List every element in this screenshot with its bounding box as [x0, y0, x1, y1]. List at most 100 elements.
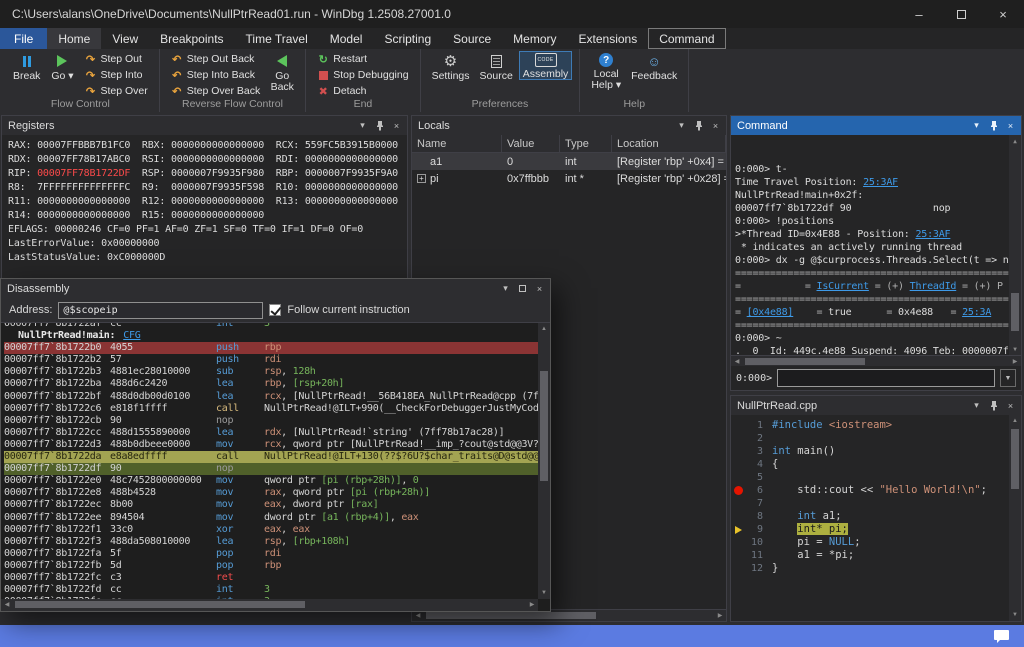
source-gutter[interactable] — [731, 549, 746, 562]
close-button[interactable]: × — [982, 0, 1024, 28]
ribbon-tab-model[interactable]: Model — [319, 28, 374, 49]
pin-icon[interactable] — [985, 118, 1002, 134]
scroll-down-arrow[interactable]: ▼ — [1009, 609, 1021, 621]
local-help-button[interactable]: ?LocalHelp ▾ — [587, 51, 625, 91]
disassembly-row[interactable]: 00007ff7`8b1722b257pushrdi — [4, 354, 538, 366]
step-out-button[interactable]: ↷Step Out — [80, 52, 151, 66]
ribbon-tab-extensions[interactable]: Extensions — [568, 28, 649, 49]
cfg-link[interactable]: CFG — [123, 330, 140, 342]
step-over-button[interactable]: ↷Step Over — [80, 84, 151, 98]
expand-icon[interactable]: + — [417, 174, 426, 183]
command-link[interactable]: [0x4e88] — [747, 307, 794, 318]
locals-row[interactable]: +pi0x7ffbbbint *[Register 'rbp' +0x28] =… — [412, 170, 726, 187]
source-line[interactable]: 6 std::cout << "Hello World!\n"; — [731, 484, 1009, 497]
disassembly-row[interactable]: 00007ff7`8b1722fa5fpoprdi — [4, 548, 538, 560]
disassembly-row[interactable]: 00007ff7`8b1722f133c0xoreax, eax — [4, 524, 538, 536]
source-gutter[interactable] — [731, 536, 746, 549]
disassembly-row[interactable]: 00007ff7`8b1722fb5dpoprbp — [4, 560, 538, 572]
command-input[interactable] — [777, 369, 995, 387]
disassembly-row[interactable]: 00007ff7`8b1722cc488d1555890000leardx, [… — [4, 427, 538, 439]
panel-menu-icon[interactable]: ▾ — [968, 118, 985, 134]
pin-icon[interactable] — [985, 398, 1002, 414]
source-line[interactable]: 8 int a1; — [731, 510, 1009, 523]
panel-menu-icon[interactable]: ▾ — [354, 118, 371, 134]
disassembly-vertical-scrollbar[interactable]: ▲ ▼ — [538, 323, 550, 599]
command-link[interactable]: 25:3AF — [863, 177, 898, 188]
locals-column-header-name[interactable]: Name — [412, 135, 502, 152]
command-link[interactable]: 25:3A — [962, 307, 991, 318]
source-gutter[interactable] — [731, 523, 746, 536]
scrollbar-thumb[interactable] — [1011, 293, 1019, 331]
disassembly-row[interactable]: 00007ff7`8b1722ee894504movdword ptr [a1 … — [4, 512, 538, 524]
disassembly-row[interactable]: 00007ff7`8b1722ba488d6c2420learbp, [rsp+… — [4, 378, 538, 390]
disassembly-row[interactable]: 00007ff7`8b1722dae8a8edffffcallNullPtrRe… — [4, 451, 538, 463]
disassembly-row[interactable]: 00007ff7`8b1722f3488da508010000learsp, [… — [4, 536, 538, 548]
source-line[interactable]: 12} — [731, 562, 1009, 575]
disassembly-row[interactable]: 00007ff7`8b1722e8488b4528movrax, qword p… — [4, 487, 538, 499]
scrollbar-thumb[interactable] — [540, 371, 548, 481]
command-vertical-scrollbar[interactable]: ▲ ▼ — [1009, 135, 1021, 355]
source-gutter[interactable] — [731, 419, 746, 432]
scroll-right-arrow[interactable]: ▶ — [714, 610, 726, 621]
scroll-up-arrow[interactable]: ▲ — [538, 323, 550, 335]
locals-column-header-location[interactable]: Location — [612, 135, 726, 152]
locals-row[interactable]: a10int[Register 'rbp' +0x4] = 0x7f9935f9… — [412, 153, 726, 170]
follow-current-instruction-checkbox[interactable] — [269, 304, 281, 316]
source-line[interactable]: 2 — [731, 432, 1009, 445]
disassembly-row[interactable]: 00007ff7`8b1722e048c7452800000000movqwor… — [4, 475, 538, 487]
step-into-button[interactable]: ↷Step Into — [80, 68, 151, 82]
scroll-right-arrow[interactable]: ▶ — [1009, 356, 1021, 367]
command-output[interactable]: 0:000> t-Time Travel Position: 25:3AFNul… — [731, 135, 1021, 355]
breakpoint-gutter[interactable] — [731, 484, 746, 497]
ribbon-tab-scripting[interactable]: Scripting — [373, 28, 442, 49]
scrollbar-thumb[interactable] — [745, 358, 865, 365]
command-link[interactable]: IsCurrent — [817, 281, 869, 292]
go-back-button[interactable]: GoBack — [266, 51, 298, 93]
source-gutter[interactable] — [731, 445, 746, 458]
address-input[interactable] — [58, 302, 263, 319]
disassembly-row[interactable]: 00007ff7`8b1722c6e818f1ffffcallNullPtrRe… — [4, 403, 538, 415]
source-content[interactable]: 1#include <iostream>23int main()4{56 std… — [731, 415, 1021, 621]
source-line[interactable]: 10 pi = NULL; — [731, 536, 1009, 549]
source-line[interactable]: 4{ — [731, 458, 1009, 471]
ribbon-tab-home[interactable]: Home — [47, 28, 101, 49]
command-horizontal-scrollbar[interactable]: ◀ ▶ — [731, 355, 1021, 366]
locals-column-header-type[interactable]: Type — [560, 135, 612, 152]
settings-button[interactable]: ⚙Settings — [428, 51, 474, 82]
source-line[interactable]: 3int main() — [731, 445, 1009, 458]
source-gutter[interactable] — [731, 432, 746, 445]
source-gutter[interactable] — [731, 458, 746, 471]
source-line[interactable]: 1#include <iostream> — [731, 419, 1009, 432]
detach-button[interactable]: ✖Detach — [313, 84, 412, 98]
scroll-left-arrow[interactable]: ◀ — [1, 599, 13, 610]
break-button[interactable]: Break — [9, 51, 44, 82]
disassembly-row[interactable]: 00007ff7`8b1722d3488b0dbeee0000movrcx, q… — [4, 439, 538, 451]
scroll-down-arrow[interactable]: ▼ — [538, 587, 550, 599]
disassembly-row[interactable]: 00007ff7`8b1722ec8b00moveax, dword ptr [… — [4, 499, 538, 511]
scroll-up-arrow[interactable]: ▲ — [1009, 415, 1021, 427]
ribbon-tab-source[interactable]: Source — [442, 28, 502, 49]
close-icon[interactable]: × — [1002, 118, 1019, 134]
source-vertical-scrollbar[interactable]: ▲ ▼ — [1009, 415, 1021, 621]
command-input-dropdown[interactable]: ▼ — [1000, 369, 1016, 387]
source-button[interactable]: Source — [476, 51, 517, 82]
maximize-icon[interactable] — [514, 281, 531, 297]
disassembly-row[interactable]: 00007ff7`8b1722fdccint3 — [4, 584, 538, 596]
maximize-button[interactable] — [940, 0, 982, 28]
source-gutter[interactable] — [731, 510, 746, 523]
scroll-down-arrow[interactable]: ▼ — [1009, 343, 1021, 355]
scrollbar-thumb[interactable] — [426, 612, 596, 619]
close-icon[interactable]: × — [531, 281, 548, 297]
disassembly-row[interactable]: 00007ff7`8b1722df90nop — [4, 463, 538, 475]
scroll-left-arrow[interactable]: ◀ — [731, 356, 743, 367]
scrollbar-thumb[interactable] — [1011, 429, 1019, 489]
close-icon[interactable]: × — [707, 118, 724, 134]
ribbon-tab-breakpoints[interactable]: Breakpoints — [149, 28, 234, 49]
panel-menu-icon[interactable]: ▾ — [968, 398, 985, 414]
step-out-back-button[interactable]: ↶Step Out Back — [167, 52, 265, 66]
scrollbar-thumb[interactable] — [15, 601, 305, 608]
source-line[interactable]: 11 a1 = *pi; — [731, 549, 1009, 562]
ribbon-tab-view[interactable]: View — [101, 28, 149, 49]
feedback-button[interactable]: ☺Feedback — [627, 51, 681, 82]
disassembly-row[interactable]: 00007ff7`8b1722b04055pushrbp — [4, 342, 538, 354]
